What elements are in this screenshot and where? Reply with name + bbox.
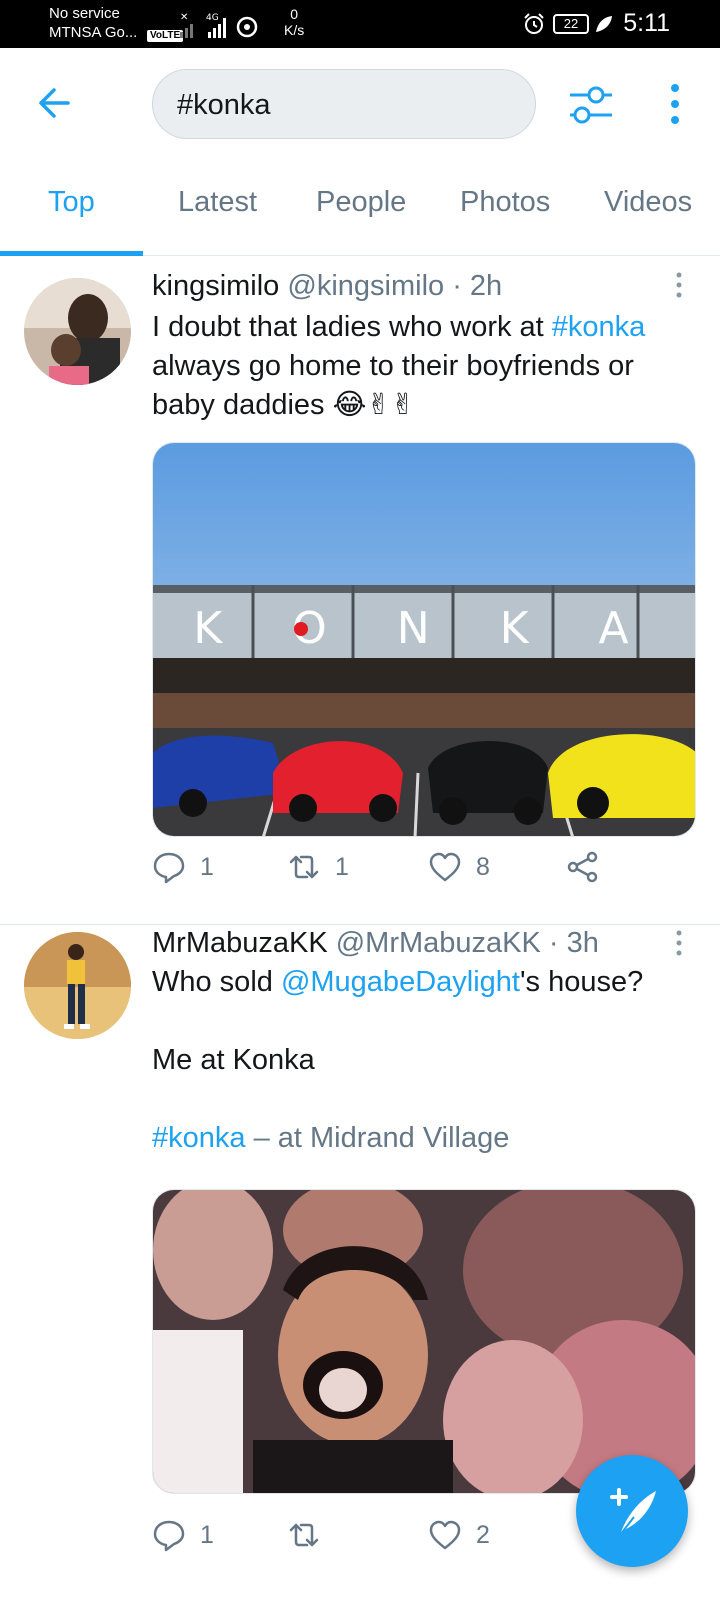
tab-people[interactable]: People [316,184,406,220]
search-header: #konka [0,48,720,158]
battery-indicator: 22 [553,14,589,34]
tweet-item[interactable]: kingsimilo @kingsimilo · 2h I doubt that… [0,256,720,925]
network-speed: 0 K/s [284,6,304,38]
more-vertical-icon[interactable] [660,80,690,130]
leaf-icon [596,16,612,32]
hashtag-link[interactable]: #konka [152,1122,246,1154]
tab-photos[interactable]: Photos [460,184,550,220]
crowd-gif-photo [153,1190,695,1493]
avatar[interactable] [24,278,131,385]
search-query[interactable]: #konka [177,89,271,121]
carrier-line-1: No service [49,5,120,22]
svg-text:✕: ✕ [180,12,188,23]
author-name[interactable]: kingsimilo [152,270,279,302]
tweet-text-part: Who sold [152,966,281,998]
tweet-time: · 2h [452,270,503,302]
like-count: 8 [476,852,490,881]
retweet-button[interactable]: 1 [287,847,349,887]
reply-button[interactable]: 1 [152,847,214,887]
tweet-text: I doubt that ladies who work at #konka a… [152,308,702,425]
avatar-image [24,278,131,385]
reply-icon [153,852,185,884]
author-handle[interactable]: @kingsimilo [287,270,444,302]
author-handle[interactable]: @MrMabuzaKK [336,927,541,959]
avatar-image [24,932,131,1039]
heart-icon [429,1520,461,1550]
sliders-icon[interactable] [566,80,616,130]
search-input[interactable]: #konka [152,69,536,139]
tab-latest[interactable]: Latest [178,184,257,220]
tweet-actions: 1 1 8 [152,847,652,887]
location-text[interactable]: – at Midrand Village [246,1122,510,1154]
author-name[interactable]: MrMabuzaKK [152,927,328,959]
more-vertical-icon[interactable] [672,928,686,958]
retweet-count: 1 [335,852,349,881]
carrier-info: No service MTNSA Go... [49,4,137,42]
tweet-line: #konka – at Midrand Village [152,1119,702,1158]
like-button[interactable]: 8 [428,847,490,887]
network-type: 4G [206,13,219,23]
tweet-time: · 3h [548,927,599,959]
mention-link[interactable]: @MugabeDaylight [281,966,520,998]
konka-building-photo: K O N K A [153,443,695,836]
speed-unit: K/s [284,22,305,38]
reply-button[interactable]: 1 [152,1515,214,1555]
tweet-header: kingsimilo @kingsimilo · 2h [152,268,502,304]
reply-count: 1 [200,852,214,881]
retweet-icon [289,1523,319,1547]
reply-icon [153,1520,185,1552]
signal-icon: ✕ 4G [180,12,258,38]
emoji: 😂✌✌ [332,389,416,421]
like-button[interactable]: 2 [428,1515,490,1555]
konka-sign: K O N K A [193,603,656,654]
arrow-left-icon[interactable] [30,78,80,128]
clock: 5:11 [623,9,670,37]
search-tabs: Top Latest People Photos Videos [0,158,720,256]
status-bar: No service MTNSA Go... VoLTE ✕ 4G 0 K/s … [0,0,720,48]
tweet-header: MrMabuzaKK @MrMabuzaKK · 3h [152,925,599,961]
tweet-image[interactable]: K O N K A [152,442,696,837]
tweet-text-part: I doubt that ladies who work at [152,311,552,343]
retweet-button[interactable] [287,1515,335,1555]
speed-value: 0 [290,6,299,22]
tweet-line: Me at Konka [152,1044,315,1076]
compose-tweet-icon [610,1488,656,1536]
more-vertical-icon[interactable] [672,270,686,300]
tweet-image[interactable] [152,1189,696,1494]
tweet-text-part: 's house? [519,966,644,998]
reply-count: 1 [200,1520,214,1549]
tweet-line: Who sold @MugabeDaylight's house? [152,963,702,1002]
avatar[interactable] [24,932,131,1039]
heart-icon [429,852,461,882]
tab-top[interactable]: Top [48,184,95,220]
share-icon [567,851,598,883]
retweet-icon [289,855,319,879]
tweet-text: Who sold @MugabeDaylight's house? Me at … [152,963,702,1158]
share-button[interactable] [566,847,600,887]
tab-videos[interactable]: Videos [604,184,692,220]
hashtag-link[interactable]: #konka [552,311,646,343]
like-count: 2 [476,1520,490,1549]
compose-tweet-button[interactable] [576,1455,688,1567]
alarm-icon [524,13,544,34]
carrier-line-2: MTNSA Go... [49,24,138,41]
